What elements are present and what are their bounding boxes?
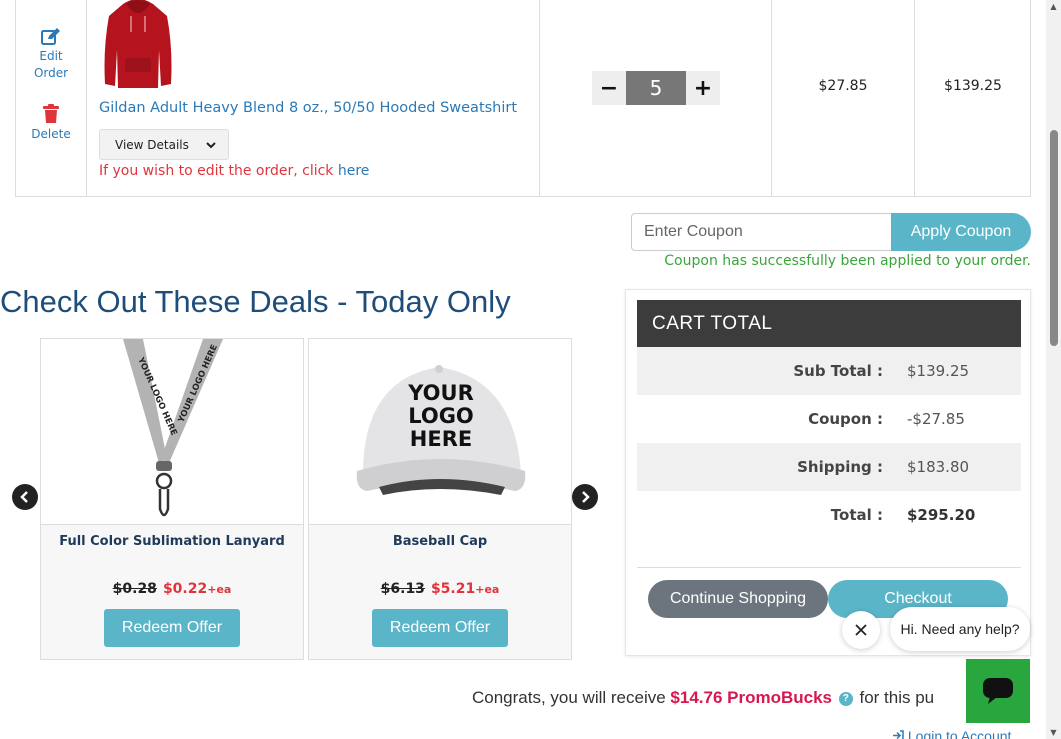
- scroll-up-arrow-icon[interactable]: ▲: [1049, 2, 1058, 11]
- cart-total-divider: [637, 567, 1021, 568]
- continue-shopping-button[interactable]: Continue Shopping: [648, 580, 828, 618]
- edit-order-note: If you wish to edit the order, click her…: [99, 163, 369, 179]
- apply-coupon-button[interactable]: Apply Coupon: [891, 213, 1031, 251]
- deals-title: Check Out These Deals - Today Only: [0, 284, 511, 319]
- deal-new-price: $5.21: [430, 581, 476, 597]
- lanyard-image[interactable]: YOUR LOGO HERE YOUR LOGO HERE: [41, 339, 303, 525]
- scroll-down-arrow-icon[interactable]: ▼: [1049, 728, 1058, 737]
- coupon-success-message: Coupon has successfully been applied to …: [664, 253, 1031, 269]
- close-icon: [855, 624, 867, 636]
- redeem-offer-button[interactable]: Redeem Offer: [372, 609, 508, 647]
- coupon-input[interactable]: [631, 213, 893, 251]
- chat-icon: [983, 678, 1013, 704]
- deal-price: $0.28 $0.22+ea: [41, 581, 303, 597]
- hoodie-product-image[interactable]: [101, 0, 175, 90]
- subtotal-value: $139.25: [907, 362, 970, 380]
- edit-icon: [41, 28, 60, 45]
- edit-label-line2: Order: [33, 66, 69, 80]
- deal-new-price: $0.22: [162, 581, 208, 597]
- cart-quantity-cell: − 5 +: [540, 0, 772, 196]
- promo-prefix: Congrats, you will receive: [472, 688, 671, 707]
- quantity-value[interactable]: 5: [626, 71, 686, 105]
- help-icon[interactable]: ?: [838, 691, 853, 706]
- edit-label-line1: Edit: [39, 49, 63, 63]
- edit-order-button[interactable]: Edit Order: [16, 26, 86, 82]
- view-details-label: View Details: [115, 137, 189, 152]
- baseball-cap-image[interactable]: YOUR LOGO HERE: [309, 339, 571, 525]
- quantity-decrease-button[interactable]: −: [592, 71, 626, 105]
- deal-name[interactable]: Baseball Cap: [309, 534, 571, 549]
- line-total: $139.25: [944, 78, 1002, 94]
- deal-old-price: $6.13: [380, 581, 425, 597]
- deal-card: YOUR LOGO HERE Baseball Cap $6.13 $5.21+e…: [308, 338, 572, 660]
- shipping-label: Shipping :: [797, 458, 883, 476]
- login-link[interactable]: Login to Account: [892, 728, 1011, 739]
- chevron-right-icon: [582, 491, 590, 503]
- redeem-offer-button[interactable]: Redeem Offer: [104, 609, 240, 647]
- promo-amount: $14.76 PromoBucks: [670, 688, 833, 707]
- scrollbar-thumb[interactable]: [1050, 130, 1058, 346]
- quantity-increase-button[interactable]: +: [686, 71, 720, 105]
- cap-logo-text-line3: HERE: [410, 427, 472, 451]
- subtotal-label: Sub Total :: [793, 362, 883, 380]
- shipping-value: $183.80: [907, 458, 970, 476]
- chevron-left-icon: [20, 491, 28, 503]
- cart-item-row: Edit Order Delete Gildan Adult Heavy Ble…: [15, 0, 1031, 197]
- unit-price: $27.85: [818, 78, 868, 94]
- edit-order-here-link[interactable]: here: [338, 163, 370, 179]
- total-row: Total : $295.20: [637, 491, 1021, 539]
- cart-actions-cell: Edit Order Delete: [16, 0, 87, 196]
- cart-line-total-cell: $139.25: [915, 0, 1031, 196]
- cap-logo-text-line1: YOUR: [407, 381, 474, 405]
- sign-in-icon: [893, 730, 904, 739]
- delete-label: Delete: [31, 127, 71, 141]
- login-link-label: Login to Account: [907, 728, 1012, 739]
- deal-name[interactable]: Full Color Sublimation Lanyard: [41, 534, 303, 549]
- trash-icon: [43, 104, 59, 123]
- cart-unit-price-cell: $27.85: [772, 0, 915, 196]
- cart-product-cell: Gildan Adult Heavy Blend 8 oz., 50/50 Ho…: [87, 0, 540, 196]
- coupon-row: Coupon : -$27.85: [637, 395, 1021, 443]
- chat-launcher-button[interactable]: [966, 659, 1030, 723]
- cart-total-title: CART TOTAL: [637, 300, 1021, 347]
- total-label: Total :: [830, 506, 883, 524]
- view-details-dropdown[interactable]: View Details: [99, 129, 229, 160]
- cart-total-panel: CART TOTAL Sub Total : $139.25 Coupon : …: [625, 289, 1031, 656]
- quantity-stepper: − 5 +: [592, 71, 720, 105]
- carousel-prev-button[interactable]: [12, 484, 38, 510]
- deal-price-unit: +ea: [207, 583, 232, 596]
- cap-logo-text-line2: LOGO: [408, 404, 474, 428]
- chat-greeting-bubble[interactable]: Hi. Need any help?: [890, 607, 1030, 651]
- promo-suffix: for this pu: [854, 688, 935, 707]
- deal-old-price: $0.28: [112, 581, 157, 597]
- chat-close-button[interactable]: [842, 611, 880, 649]
- deal-price: $6.13 $5.21+ea: [309, 581, 571, 597]
- coupon-label: Coupon :: [808, 410, 883, 428]
- deal-price-unit: +ea: [475, 583, 500, 596]
- coupon-value: -$27.85: [907, 410, 965, 428]
- shipping-row: Shipping : $183.80: [637, 443, 1021, 491]
- edit-note-text: If you wish to edit the order, click: [99, 163, 338, 179]
- deal-card: YOUR LOGO HERE YOUR LOGO HERE Full Color…: [40, 338, 304, 660]
- delete-button[interactable]: Delete: [16, 104, 86, 143]
- chevron-down-icon: [206, 141, 216, 148]
- carousel-next-button[interactable]: [572, 484, 598, 510]
- page-scrollbar[interactable]: ▲ ▼: [1046, 0, 1061, 739]
- product-name-link[interactable]: Gildan Adult Heavy Blend 8 oz., 50/50 Ho…: [99, 100, 517, 116]
- subtotal-row: Sub Total : $139.25: [637, 347, 1021, 395]
- promobucks-message: Congrats, you will receive $14.76 PromoB…: [472, 688, 934, 708]
- total-value: $295.20: [907, 506, 976, 524]
